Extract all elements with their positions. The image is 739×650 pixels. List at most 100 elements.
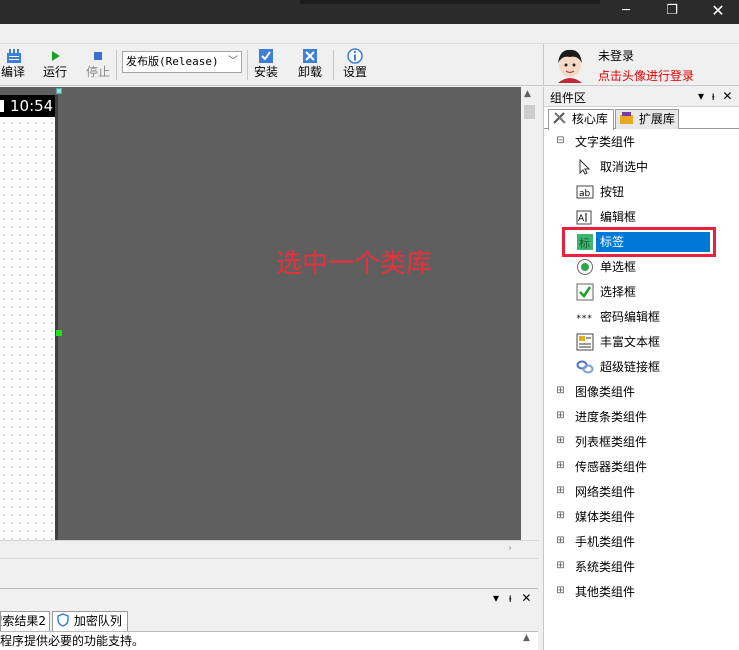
category-other[interactable]: ⊞ 其他类组件	[544, 581, 739, 603]
stop-button[interactable]: 停止	[84, 47, 112, 83]
component-label: 超级链接框	[600, 360, 661, 374]
annotation-text: 选中一个类库	[276, 249, 433, 279]
category-label: 文字类组件	[575, 135, 636, 149]
component-deselect[interactable]: 取消选中	[544, 156, 739, 178]
component-label-item[interactable]: 标 标签	[544, 227, 739, 257]
expand-icon[interactable]: ⊞	[556, 461, 565, 471]
menu-bar	[0, 24, 739, 44]
edit-box-icon: A	[576, 210, 592, 225]
expand-icon[interactable]: ⊞	[556, 386, 565, 396]
component-checkbox[interactable]: 选择框	[544, 281, 739, 303]
checkbox-icon	[576, 283, 594, 301]
component-label: 取消选中	[600, 160, 649, 174]
build-mode-select[interactable]: 发布版(Release) ﹀	[122, 51, 242, 73]
highlight-box	[562, 227, 716, 257]
avatar[interactable]	[550, 45, 590, 85]
component-richtext[interactable]: 丰富文本框	[544, 331, 739, 353]
uninstall-icon	[303, 49, 317, 63]
component-hyperlink[interactable]: 超级链接框	[544, 356, 739, 378]
phone-form-edge	[55, 95, 58, 540]
install-label: 安装	[253, 65, 278, 79]
tab-search-results[interactable]: 搜索结果2	[0, 611, 50, 631]
component-password[interactable]: *** 密码编辑框	[544, 306, 739, 328]
uninstall-button[interactable]: 卸载	[294, 47, 326, 83]
svg-text:ab: ab	[579, 189, 591, 199]
toolbar: 编译 运行 停止 发布版(Release) ﹀ 安装 卸载 设置	[0, 44, 543, 86]
resize-handle[interactable]	[56, 330, 62, 336]
component-edit[interactable]: A 编辑框	[544, 206, 739, 228]
designer-vertical-scrollbar[interactable]: ▲	[521, 87, 538, 540]
maximize-button[interactable]: ❐	[649, 0, 695, 24]
stop-label: 停止	[85, 65, 110, 79]
tab-encrypt-queue-label: 加密队列	[73, 614, 122, 628]
output-content: 子程序提供必要的功能支持。	[0, 631, 540, 650]
category-list[interactable]: ⊞ 列表框类组件	[544, 431, 739, 453]
expand-icon[interactable]: ⊞	[556, 436, 565, 446]
run-label: 运行	[42, 65, 67, 79]
tab-core-library[interactable]: 核心库	[548, 109, 614, 130]
toolbar-separator	[333, 50, 334, 80]
scroll-up-icon[interactable]: ▲	[523, 633, 530, 643]
category-image[interactable]: ⊞ 图像类组件	[544, 381, 739, 403]
tab-search-results-label: 搜索结果2	[1, 614, 46, 628]
output-text: 子程序提供必要的功能支持。	[0, 634, 145, 648]
login-hint[interactable]: 点击头像进行登录	[598, 67, 694, 84]
category-media[interactable]: ⊞ 媒体类组件	[544, 506, 739, 528]
compile-icon	[7, 49, 21, 63]
component-panel-controls[interactable]: ▾ ᵼ ✕	[698, 89, 734, 103]
expand-icon[interactable]: ⊞	[556, 536, 565, 546]
stop-icon	[94, 52, 102, 60]
category-text[interactable]: ⊟ 文字类组件	[544, 131, 739, 153]
expand-icon[interactable]: ⊞	[556, 561, 565, 571]
scroll-thumb[interactable]	[524, 105, 535, 119]
install-button[interactable]: 安装	[250, 47, 282, 83]
scroll-right-icon[interactable]: ›	[508, 543, 512, 554]
build-mode-value: 发布版(Release)	[126, 55, 219, 68]
run-button[interactable]: 运行	[40, 47, 70, 83]
collapse-icon[interactable]: ⊟	[556, 136, 565, 146]
category-label: 列表框类组件	[575, 435, 648, 449]
category-sensor[interactable]: ⊞ 传感器类组件	[544, 456, 739, 478]
tab-extension-library[interactable]: 扩展库	[615, 109, 679, 129]
shield-icon	[57, 613, 69, 627]
category-network[interactable]: ⊞ 网络类组件	[544, 481, 739, 503]
component-label: 按钮	[600, 185, 625, 199]
user-panel: 未登录 点击头像进行登录	[543, 44, 739, 86]
component-tabs: 核心库 扩展库	[544, 109, 739, 130]
password-icon: ***	[576, 314, 592, 324]
component-panel-header: 组件区 ▾ ᵼ ✕	[544, 87, 739, 107]
minimize-button[interactable]: ─	[603, 0, 649, 24]
category-system[interactable]: ⊞ 系统类组件	[544, 556, 739, 578]
component-panel-title: 组件区	[550, 91, 587, 105]
phone-status-bar: 10:54	[0, 95, 56, 117]
expand-icon[interactable]: ⊞	[556, 411, 565, 421]
phone-form[interactable]: 10:54	[0, 95, 56, 540]
scroll-up-icon[interactable]: ▲	[524, 89, 531, 99]
tab-encrypt-queue[interactable]: 加密队列	[52, 611, 128, 631]
settings-button[interactable]: 设置	[340, 47, 370, 83]
output-panel-controls[interactable]: ▾ ᵼ ✕	[493, 591, 534, 605]
component-radio[interactable]: 单选框	[544, 256, 739, 278]
category-progress[interactable]: ⊞ 进度条类组件	[544, 406, 739, 428]
title-bar-strip	[300, 0, 600, 4]
category-label: 传感器类组件	[575, 460, 648, 474]
compile-button[interactable]: 编译	[0, 47, 26, 83]
resize-handle[interactable]	[56, 88, 62, 94]
close-button[interactable]: ✕	[695, 0, 739, 24]
expand-icon[interactable]: ⊞	[556, 486, 565, 496]
designer-canvas[interactable]: 10:54 选中一个类库	[0, 87, 521, 540]
tools-icon	[553, 112, 566, 124]
svg-text:A: A	[578, 214, 585, 224]
designer-horizontal-scrollbar[interactable]: ›	[0, 540, 538, 558]
uninstall-label: 卸载	[297, 65, 322, 79]
tab-extension-library-label: 扩展库	[638, 112, 675, 126]
toolbar-separator	[247, 50, 248, 80]
category-phone[interactable]: ⊞ 手机类组件	[544, 531, 739, 553]
category-label: 图像类组件	[575, 385, 636, 399]
expand-icon[interactable]: ⊞	[556, 511, 565, 521]
button-icon: ab	[576, 185, 594, 199]
component-button[interactable]: ab 按钮	[544, 181, 739, 203]
expand-icon[interactable]: ⊞	[556, 586, 565, 596]
component-label: 密码编辑框	[600, 310, 661, 324]
tab-core-library-label: 核心库	[571, 112, 608, 126]
